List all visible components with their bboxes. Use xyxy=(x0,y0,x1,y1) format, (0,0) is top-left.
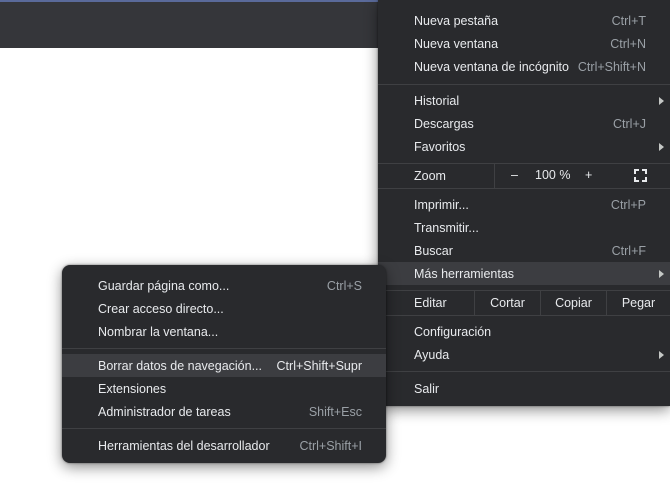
edit-row: Editar Cortar Copiar Pegar xyxy=(378,291,670,315)
menu-item-label: Transmitir... xyxy=(414,220,479,235)
paste-button[interactable]: Pegar xyxy=(606,291,670,315)
submenu-item-task-manager[interactable]: Administrador de tareas Shift+Esc xyxy=(62,400,386,423)
submenu-item-save-page-as[interactable]: Guardar página como... Ctrl+S xyxy=(62,274,386,297)
menu-item-bookmarks[interactable]: Favoritos xyxy=(378,135,670,158)
menu-item-label: Crear acceso directo... xyxy=(98,301,224,316)
menu-item-shortcut: Ctrl+P xyxy=(610,197,646,212)
menu-item-label: Historial xyxy=(414,93,460,108)
menu-separator xyxy=(378,315,670,316)
menu-item-label: Borrar datos de navegación... xyxy=(98,358,262,373)
menu-separator xyxy=(62,348,386,349)
menu-item-shortcut: Ctrl+J xyxy=(613,116,646,131)
menu-item-more-tools[interactable]: Más herramientas xyxy=(378,262,670,285)
menu-item-label: Nueva ventana xyxy=(414,36,499,51)
zoom-label: Zoom xyxy=(414,169,446,183)
zoom-row: Zoom – 100 % + xyxy=(378,164,670,188)
menu-item-label: Buscar xyxy=(414,243,453,258)
menu-item-label: Nueva ventana de incógnito xyxy=(414,59,569,74)
fullscreen-icon[interactable] xyxy=(634,169,647,182)
submenu-arrow-icon xyxy=(659,96,664,105)
menu-item-shortcut: Ctrl+Shift+I xyxy=(299,438,362,453)
menu-item-shortcut: Ctrl+S xyxy=(326,278,362,293)
submenu-arrow-icon xyxy=(659,350,664,359)
menu-item-settings[interactable]: Configuración xyxy=(378,320,670,343)
menu-separator xyxy=(378,371,670,372)
more-tools-submenu: Guardar página como... Ctrl+S Crear acce… xyxy=(62,265,386,463)
menu-item-label: Configuración xyxy=(414,324,492,339)
submenu-item-developer-tools[interactable]: Herramientas del desarrollador Ctrl+Shif… xyxy=(62,434,386,457)
zoom-level: 100 % xyxy=(535,168,571,182)
menu-item-shortcut: Ctrl+Shift+Supr xyxy=(276,358,362,373)
menu-item-label: Descargas xyxy=(414,116,474,131)
menu-item-history[interactable]: Historial xyxy=(378,89,670,112)
edit-label: Editar xyxy=(414,296,447,310)
menu-item-help[interactable]: Ayuda xyxy=(378,343,670,366)
menu-item-label: Administrador de tareas xyxy=(98,404,231,419)
menu-item-shortcut: Ctrl+T xyxy=(611,13,646,28)
menu-item-shortcut: Ctrl+F xyxy=(611,243,646,258)
menu-item-label: Más herramientas xyxy=(414,266,515,281)
menu-item-label: Imprimir... xyxy=(414,197,469,212)
menu-item-exit[interactable]: Salir xyxy=(378,377,670,400)
submenu-item-clear-browsing-data[interactable]: Borrar datos de navegación... Ctrl+Shift… xyxy=(62,354,386,377)
zoom-out-button[interactable]: – xyxy=(511,168,518,182)
menu-separator xyxy=(378,188,670,189)
menu-item-label: Guardar página como... xyxy=(98,278,230,293)
menu-item-label: Ayuda xyxy=(414,347,450,362)
zoom-controls: – 100 % + xyxy=(494,164,670,188)
submenu-item-name-window[interactable]: Nombrar la ventana... xyxy=(62,320,386,343)
menu-item-shortcut: Ctrl+Shift+N xyxy=(577,59,646,74)
menu-separator xyxy=(378,84,670,85)
menu-item-shortcut: Ctrl+N xyxy=(610,36,646,51)
menu-item-label: Favoritos xyxy=(414,139,466,154)
submenu-item-create-shortcut[interactable]: Crear acceso directo... xyxy=(62,297,386,320)
menu-separator xyxy=(62,428,386,429)
menu-item-find[interactable]: Buscar Ctrl+F xyxy=(378,239,670,262)
submenu-arrow-icon xyxy=(659,269,664,278)
menu-item-cast[interactable]: Transmitir... xyxy=(378,216,670,239)
menu-item-downloads[interactable]: Descargas Ctrl+J xyxy=(378,112,670,135)
submenu-item-extensions[interactable]: Extensiones xyxy=(62,377,386,400)
submenu-arrow-icon xyxy=(659,142,664,151)
zoom-in-button[interactable]: + xyxy=(585,168,592,182)
chrome-main-menu: Nueva pestaña Ctrl+T Nueva ventana Ctrl+… xyxy=(378,0,670,406)
menu-item-shortcut: Shift+Esc xyxy=(308,404,362,419)
menu-item-label: Nombrar la ventana... xyxy=(98,324,219,339)
menu-item-print[interactable]: Imprimir... Ctrl+P xyxy=(378,193,670,216)
menu-item-new-incognito-window[interactable]: Nueva ventana de incógnito Ctrl+Shift+N xyxy=(378,55,670,78)
menu-item-label: Extensiones xyxy=(98,381,167,396)
menu-item-new-window[interactable]: Nueva ventana Ctrl+N xyxy=(378,32,670,55)
menu-item-label: Nueva pestaña xyxy=(414,13,499,28)
menu-item-new-tab[interactable]: Nueva pestaña Ctrl+T xyxy=(378,9,670,32)
cut-button[interactable]: Cortar xyxy=(474,291,540,315)
menu-item-label: Salir xyxy=(414,381,440,396)
copy-button[interactable]: Copiar xyxy=(540,291,606,315)
menu-item-label: Herramientas del desarrollador xyxy=(98,438,270,453)
